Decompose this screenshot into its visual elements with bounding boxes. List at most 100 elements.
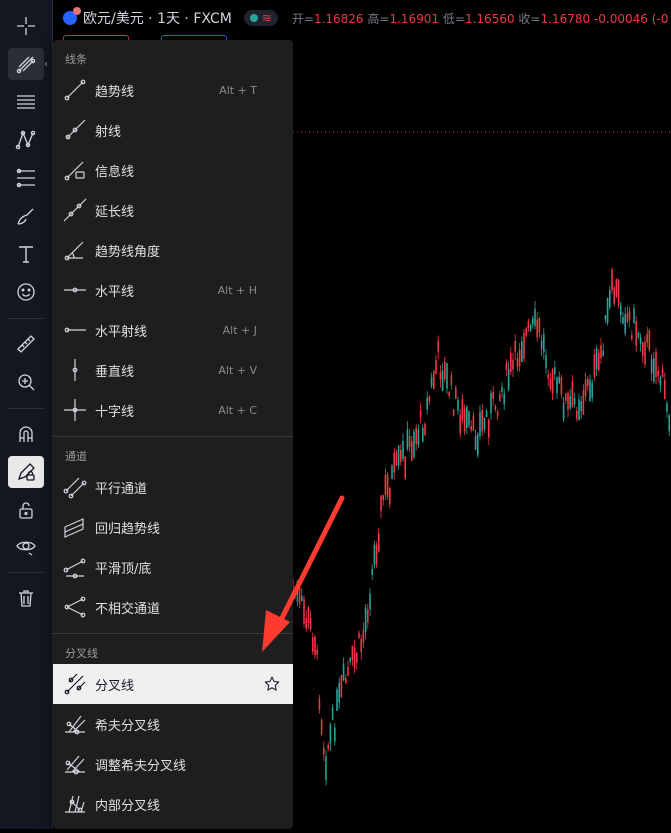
- menu-item-horizontal-line[interactable]: 水平线 Alt + H: [53, 270, 293, 310]
- candle-body: [397, 445, 400, 466]
- trend-line-icon: [61, 76, 89, 104]
- vertical-line-icon: [61, 356, 89, 384]
- candle-body: [611, 269, 613, 291]
- candle-body: [580, 401, 582, 412]
- regression-trend-icon: [61, 513, 89, 541]
- menu-item-horizontal-ray[interactable]: 水平射线 Alt + J: [53, 310, 293, 350]
- candle-body: [320, 720, 323, 735]
- candle-body: [622, 317, 624, 324]
- candle-body: [404, 456, 406, 479]
- candle-body: [620, 305, 622, 316]
- menu-item-inside-pitchfork[interactable]: 内部分叉线: [53, 784, 293, 824]
- expand-chevron-icon[interactable]: ‹: [44, 58, 52, 72]
- menu-item-pitchfork[interactable]: 分叉线: [53, 664, 293, 704]
- candle-body: [490, 393, 492, 414]
- menu-item-disjoint-channel[interactable]: 不相交通道: [53, 587, 293, 627]
- candle-body: [534, 308, 536, 326]
- line-tools-dropdown: 线条 趋势线 Alt + T 射线 信息线 延长线 趋势线角度 水平线 Alt …: [53, 40, 293, 829]
- text-icon[interactable]: [8, 238, 44, 270]
- candle-body: [516, 358, 519, 367]
- menu-item-modified-schiff-pitchfork[interactable]: 调整希夫分叉线: [53, 744, 293, 784]
- trendline-tools-icon[interactable]: [8, 48, 44, 80]
- candle-body: [637, 332, 640, 338]
- candle-body: [653, 358, 655, 382]
- candle-body: [301, 595, 303, 601]
- candle-body: [358, 632, 360, 639]
- pattern-icon[interactable]: [8, 124, 44, 156]
- ruler-icon[interactable]: [8, 328, 44, 360]
- menu-item-flat-top-bottom[interactable]: 平滑顶/底: [53, 547, 293, 587]
- candle-body: [576, 410, 578, 419]
- candle-body: [554, 367, 556, 374]
- candle-body: [371, 569, 373, 575]
- candle-body: [439, 371, 442, 380]
- market-status-pill[interactable]: ≋: [243, 10, 278, 26]
- lock-icon[interactable]: [8, 494, 44, 526]
- candle-body: [459, 414, 461, 434]
- emoji-icon[interactable]: [8, 276, 44, 308]
- candle-body: [604, 315, 607, 320]
- candle-body: [312, 637, 314, 652]
- candle-body: [472, 415, 475, 431]
- menu-item-ray[interactable]: 射线: [53, 110, 293, 150]
- brush-icon[interactable]: [8, 200, 44, 232]
- menu-item-vertical-line[interactable]: 垂直线 Alt + V: [53, 350, 293, 390]
- candle-body: [578, 399, 580, 421]
- candle-body: [650, 358, 653, 374]
- menu-item-schiff-pitchfork[interactable]: 希夫分叉线: [53, 704, 293, 744]
- candle-body: [600, 345, 602, 359]
- crosshair-icon[interactable]: [8, 10, 44, 42]
- left-drawing-toolbar: ‹: [0, 0, 53, 829]
- candle-body: [349, 657, 351, 662]
- candle-body: [477, 434, 479, 456]
- candle-body: [309, 617, 312, 630]
- candle-body: [567, 392, 569, 410]
- magnet-icon[interactable]: [8, 418, 44, 450]
- candle-body: [507, 368, 510, 390]
- candle-body: [536, 319, 538, 338]
- candle-body: [510, 353, 512, 372]
- menu-item-parallel-channel[interactable]: 平行通道: [53, 467, 293, 507]
- candle-body: [428, 396, 431, 402]
- menu-item-cross-line[interactable]: 十字线 Alt + C: [53, 390, 293, 430]
- menu-item-extended-line[interactable]: 延长线: [53, 190, 293, 230]
- ohlc-values: 开=1.16826 高=1.16901 低=1.16560 收=1.16780 …: [291, 11, 669, 26]
- candle-body: [642, 342, 644, 356]
- candle-body: [406, 429, 409, 449]
- candle-body: [648, 329, 651, 351]
- favorite-star-icon[interactable]: [263, 675, 281, 693]
- menu-item-regression-trend[interactable]: 回归趋势线: [53, 507, 293, 547]
- candle-body: [529, 325, 532, 332]
- candle-body: [571, 381, 574, 408]
- candle-body: [626, 313, 629, 322]
- candle-body: [446, 363, 448, 389]
- menu-item-trend-line[interactable]: 趋势线 Alt + T: [53, 70, 293, 110]
- candle-body: [503, 393, 505, 405]
- candle-body: [606, 298, 609, 323]
- candle-body: [655, 351, 657, 378]
- menu-item-info-line[interactable]: 信息线: [53, 150, 293, 190]
- candle-body: [424, 423, 426, 436]
- candle-body: [613, 287, 615, 304]
- candle-body: [389, 488, 391, 505]
- trash-icon[interactable]: [8, 582, 44, 614]
- candle-body: [298, 585, 301, 605]
- candle-body: [505, 363, 508, 371]
- menu-item-trend-angle[interactable]: 趋势线角度: [53, 230, 293, 270]
- candle-body: [609, 289, 611, 308]
- symbol-title[interactable]: 欧元/美元 · 1天 · FXCM: [83, 8, 232, 28]
- candle-body: [602, 350, 604, 356]
- horizontal-lines-icon[interactable]: [8, 86, 44, 118]
- pitchfork-icon: [61, 670, 89, 698]
- zoom-in-icon[interactable]: [8, 366, 44, 398]
- candle-body: [499, 394, 501, 401]
- candle-body: [615, 278, 618, 297]
- eye-icon[interactable]: [8, 530, 44, 562]
- candle-body: [466, 406, 468, 428]
- candle-body: [525, 328, 527, 336]
- candle-body: [584, 379, 587, 397]
- lock-pencil-icon[interactable]: [8, 456, 44, 488]
- candle-body: [483, 417, 486, 430]
- inside-pitchfork-icon: [61, 790, 89, 818]
- fib-icon[interactable]: [8, 162, 44, 194]
